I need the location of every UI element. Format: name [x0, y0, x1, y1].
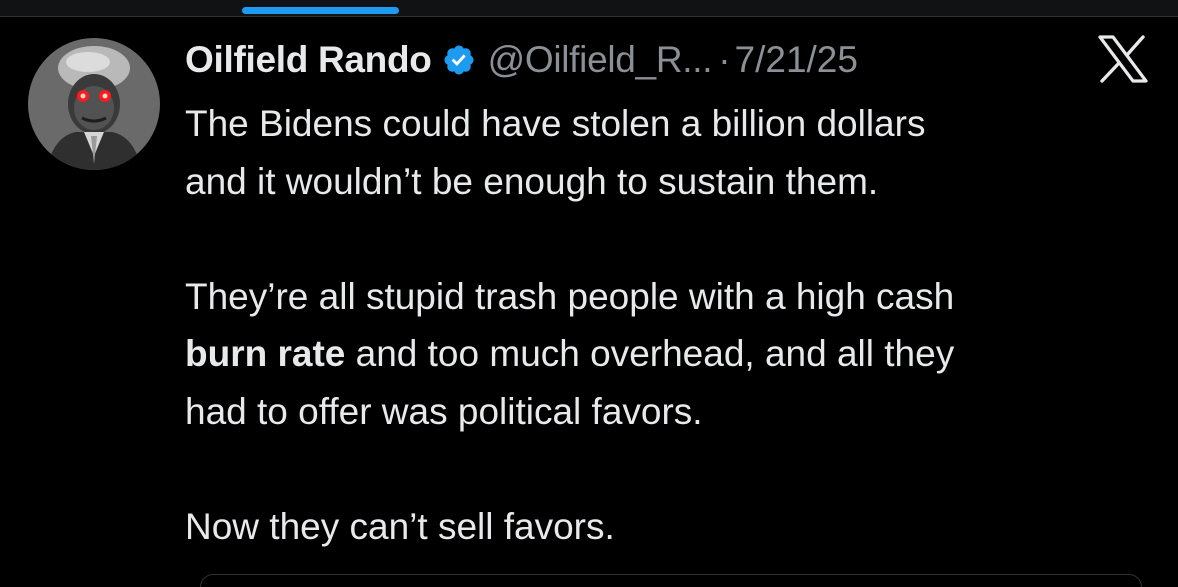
text-line: The Bidens could have stolen a billion d…: [185, 103, 926, 144]
bold-phrase: burn rate: [185, 333, 346, 374]
avatar-image: [28, 38, 160, 170]
paragraph-1: The Bidens could have stolen a billion d…: [185, 95, 1160, 210]
text-line: They’re all stupid trash people with a h…: [185, 275, 955, 317]
paragraph-2: They’re all stupid trash people with a h…: [185, 268, 1160, 441]
x-logo-icon[interactable]: [1097, 35, 1149, 83]
separator-dot: ·: [718, 39, 731, 80]
post-text: The Bidens could have stolen a billion d…: [185, 95, 1160, 555]
verified-badge-icon[interactable]: [442, 43, 476, 77]
text-line: and it wouldn’t be enough to sustain the…: [185, 160, 879, 202]
post-header: Oilfield Rando @Oilfield_R... · 7/21/25: [185, 38, 858, 82]
avatar[interactable]: [28, 38, 160, 170]
top-strip: [0, 0, 1178, 17]
post-date[interactable]: 7/21/25: [735, 39, 858, 81]
text-line-mixed: burn rate and too much overhead, and all…: [185, 325, 1160, 383]
text-line: Now they can’t sell favors.: [185, 505, 615, 547]
display-name[interactable]: Oilfield Rando: [185, 39, 432, 81]
author-handle[interactable]: @Oilfield_R...: [488, 39, 713, 81]
text-span: and too much overhead, and all they: [345, 333, 955, 374]
paragraph-3: Now they can’t sell favors.: [185, 498, 1160, 556]
text-line: had to offer was political favors.: [185, 390, 703, 432]
active-tab-indicator: [242, 7, 399, 14]
